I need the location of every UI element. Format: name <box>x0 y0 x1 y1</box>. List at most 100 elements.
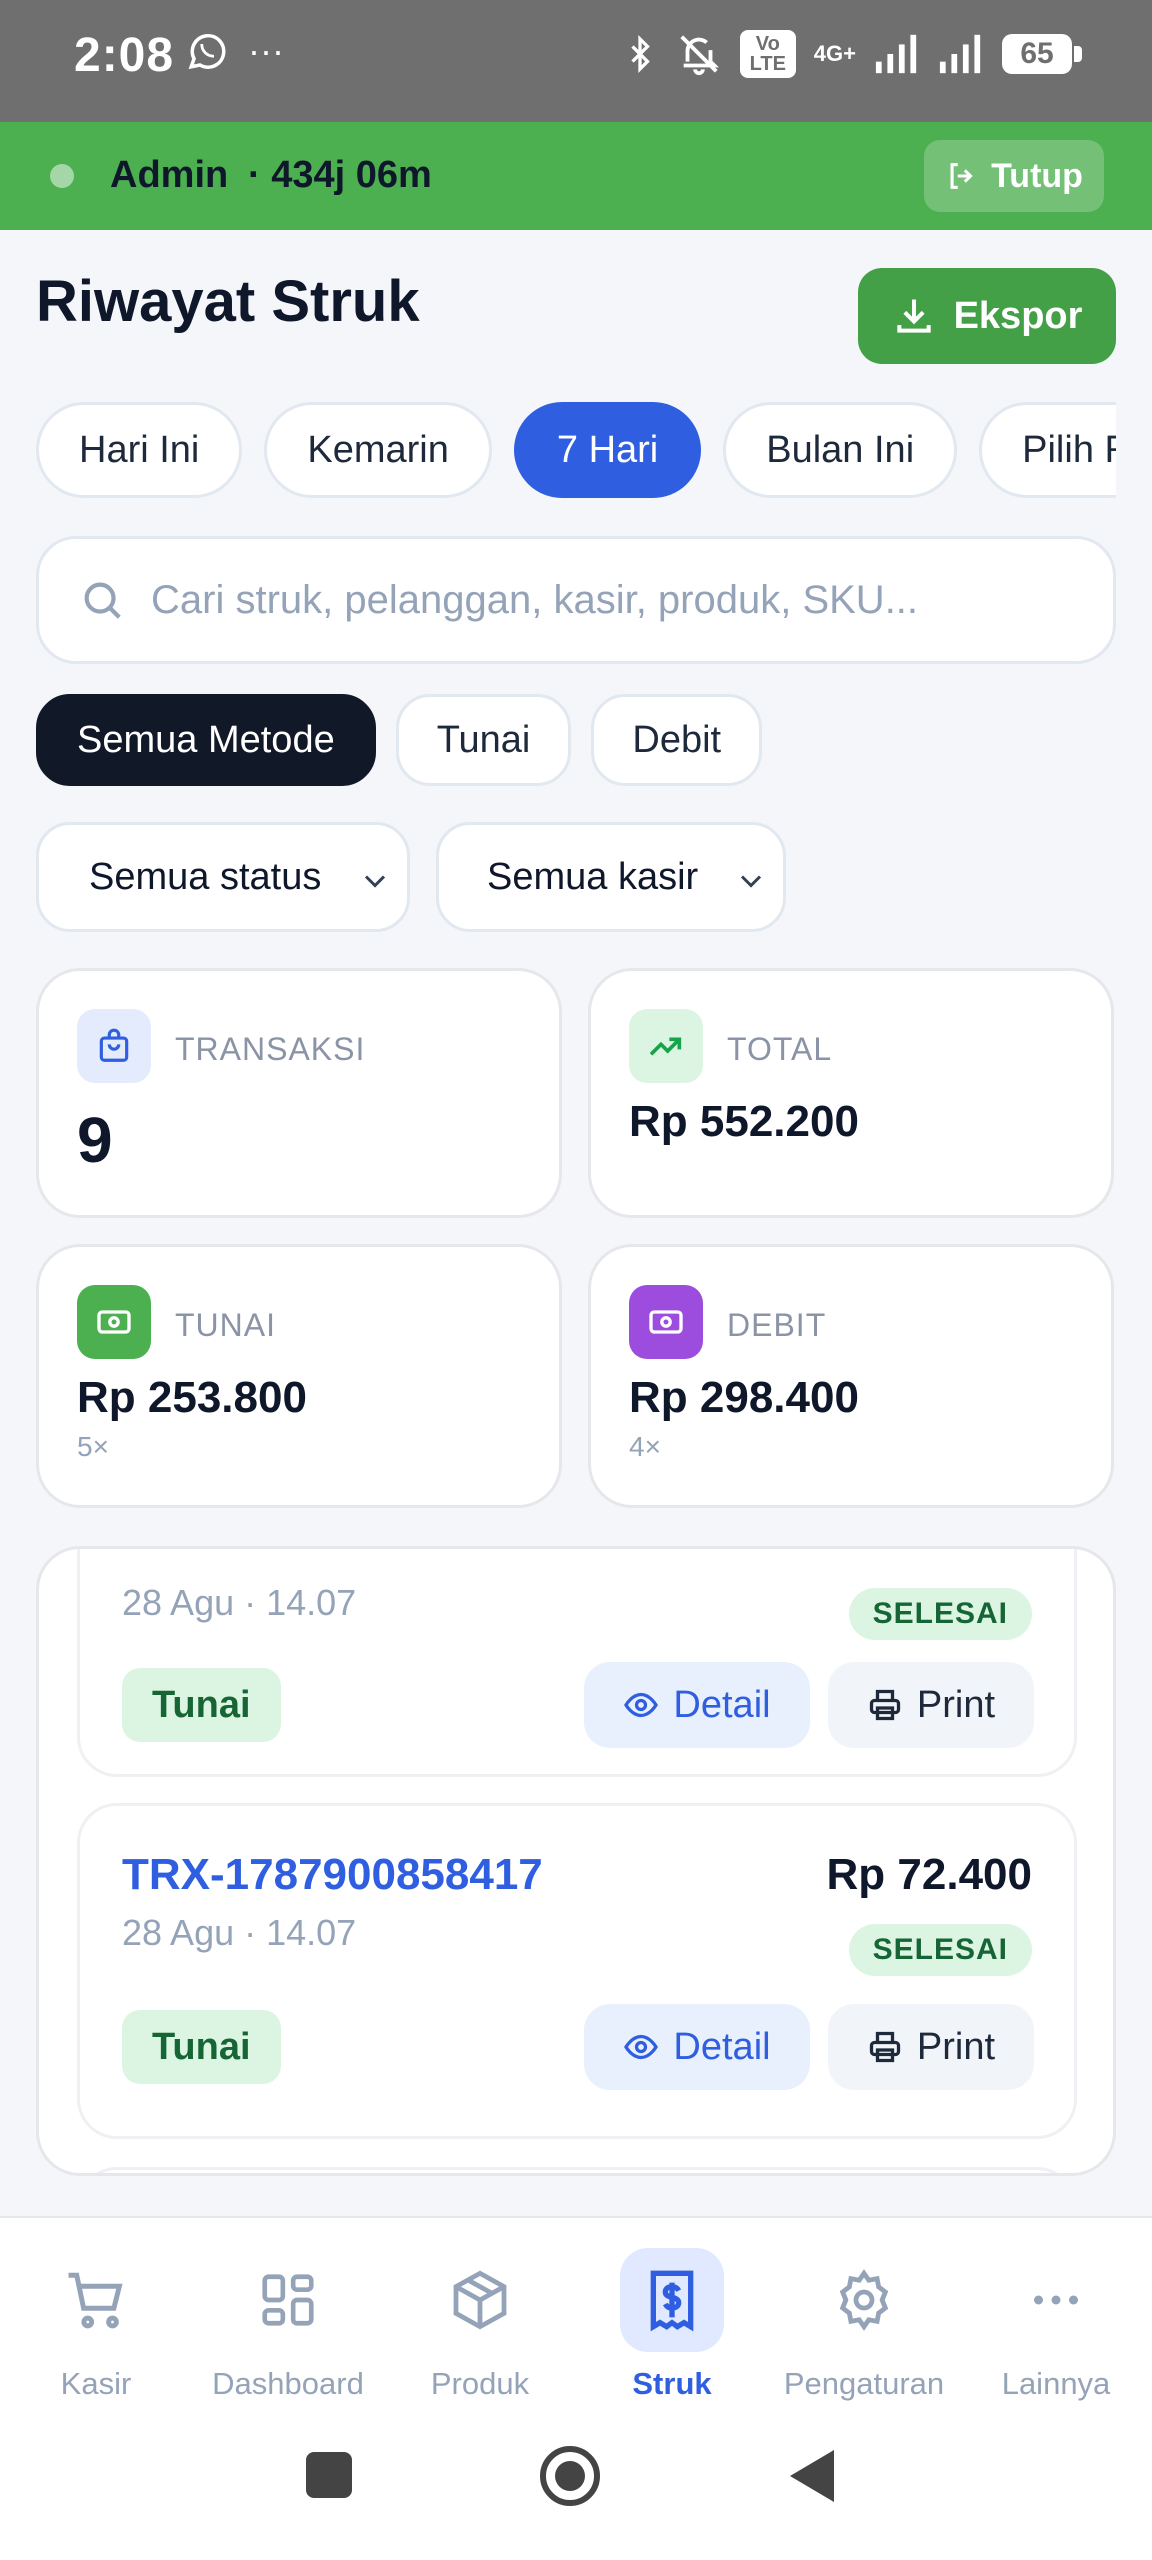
session-user: Admin <box>110 154 229 196</box>
date-chip-today[interactable]: Hari Ini <box>36 402 243 498</box>
transaction-amount: Rp 72.400 <box>826 1850 1032 1899</box>
card-icon <box>629 1285 703 1359</box>
logout-icon <box>950 163 973 189</box>
bluetooth-icon <box>631 35 650 73</box>
logout-label: Tutup <box>991 156 1083 195</box>
grid-icon <box>236 2248 340 2352</box>
notification-icons: ··· <box>186 30 284 72</box>
nav-label: Pengaturan <box>783 2366 945 2401</box>
network-type: 4G+ <box>813 41 856 66</box>
nav-label: Lainnya <box>1001 2366 1111 2401</box>
nav-label: Struk <box>632 2366 712 2401</box>
nav-item-lainnya[interactable]: Lainnya <box>960 2248 1152 2402</box>
nav-label: Dashboard <box>212 2366 364 2401</box>
search-input[interactable]: Cari struk, pelanggan, kasir, produk, SK… <box>36 536 1116 664</box>
system-navigation-bar <box>0 2416 1152 2560</box>
method-filter-chips: Semua Metode Tunai Debit <box>36 694 763 786</box>
online-status-dot <box>50 164 74 188</box>
date-filter-chips: Hari Ini Kemarin 7 Hari Bulan Ini Pilih … <box>36 402 1116 502</box>
eye-icon <box>624 1692 659 1718</box>
stat-card-transactions: TRANSAKSI 9 <box>36 968 562 1218</box>
nav-item-pengaturan[interactable]: Pengaturan <box>768 2248 960 2402</box>
print-button[interactable]: Print <box>828 2004 1034 2090</box>
status-badge: SELESAI <box>848 1924 1032 1976</box>
nav-label: Kasir <box>60 2366 132 2401</box>
method-chip-cash[interactable]: Tunai <box>395 694 572 786</box>
status-select-value: Semua status <box>89 855 322 898</box>
status-badge: SELESAI <box>848 1588 1032 1640</box>
clock: 2:08 <box>74 29 175 82</box>
stat-label: TUNAI <box>175 1307 276 1343</box>
battery-icon: 65 <box>1002 34 1082 74</box>
nav-item-kasir[interactable]: Kasir <box>0 2248 192 2402</box>
date-chip-custom[interactable]: Pilih R <box>979 402 1116 498</box>
stat-value: 9 <box>77 1104 113 1176</box>
detail-label: Detail <box>673 2025 771 2068</box>
home-dot <box>555 2461 585 2491</box>
bottom-navigation: Kasir Dashboard Produk Struk Pengaturan … <box>0 2216 1152 2416</box>
volte-icon: Vo LTE <box>739 30 796 78</box>
detail-label: Detail <box>673 1683 771 1726</box>
print-label: Print <box>916 1683 996 1726</box>
payment-method-badge: Tunai <box>122 1668 281 1742</box>
transaction-date: 28 Agu · 14.07 <box>122 1582 357 1623</box>
status-select[interactable]: Semua status <box>36 822 410 932</box>
date-chip-yesterday[interactable]: Kemarin <box>264 402 492 498</box>
stat-label: TOTAL <box>727 1031 833 1067</box>
method-chip-debit[interactable]: Debit <box>591 694 763 786</box>
nav-label: Produk <box>430 2366 530 2401</box>
home-button[interactable] <box>540 2446 600 2506</box>
search-icon <box>84 582 121 619</box>
page-title: Riwayat Struk <box>36 269 420 334</box>
search-placeholder: Cari struk, pelanggan, kasir, produk, SK… <box>151 577 919 622</box>
cashier-select-value: Semua kasir <box>487 855 699 898</box>
export-button[interactable]: Ekspor <box>858 268 1116 364</box>
cashier-select[interactable]: Semua kasir <box>436 822 786 932</box>
stat-card-debit: DEBIT Rp 298.400 4× <box>588 1244 1114 1508</box>
stat-value: Rp 298.400 <box>629 1373 859 1422</box>
chevron-down-icon <box>364 875 386 888</box>
system-icons: Vo LTE 4G+ 65 <box>622 30 1082 78</box>
gear-icon <box>812 2248 916 2352</box>
more-notifications-icon: ··· <box>248 30 284 71</box>
export-label: Ekspor <box>953 294 1083 337</box>
box-icon <box>428 2248 532 2352</box>
print-button[interactable]: Print <box>828 1662 1034 1748</box>
recents-button[interactable] <box>306 2452 352 2498</box>
stat-count: 4× <box>629 1431 661 1462</box>
printer-icon <box>869 2031 901 2063</box>
stat-label: TRANSAKSI <box>175 1031 366 1067</box>
transaction-card[interactable] <box>77 2167 1077 2173</box>
more-icon <box>1004 2248 1108 2352</box>
stat-value: Rp 253.800 <box>77 1373 307 1422</box>
stat-card-total: TOTAL Rp 552.200 <box>588 968 1114 1218</box>
transaction-card[interactable]: TRX-1787900858417 Rp 72.400 28 Agu · 14.… <box>77 1803 1077 2139</box>
back-button[interactable] <box>790 2450 834 2502</box>
transaction-list[interactable]: 28 Agu · 14.07 SELESAI Tunai Detail Prin… <box>36 1546 1116 2176</box>
status-bar: 2:08 ··· Vo LTE 4G+ 65 <box>0 0 1152 122</box>
signal-icon <box>875 34 917 74</box>
transaction-date: 28 Agu · 14.07 <box>122 1912 357 1953</box>
signal-icon-2 <box>939 34 981 74</box>
detail-button[interactable]: Detail <box>584 1662 810 1748</box>
chevron-down-icon <box>740 875 762 888</box>
cart-icon <box>44 2248 148 2352</box>
date-chip-7-days[interactable]: 7 Hari <box>513 402 702 498</box>
logout-button[interactable]: Tutup <box>924 140 1104 212</box>
payment-method-badge: Tunai <box>122 2010 281 2084</box>
stat-card-cash: TUNAI Rp 253.800 5× <box>36 1244 562 1508</box>
printer-icon <box>869 1689 901 1721</box>
detail-button[interactable]: Detail <box>584 2004 810 2090</box>
transaction-id[interactable]: TRX-1787900858417 <box>122 1850 543 1900</box>
nav-item-produk[interactable]: Produk <box>384 2248 576 2402</box>
nav-item-dashboard[interactable]: Dashboard <box>192 2248 384 2402</box>
transaction-card[interactable]: 28 Agu · 14.07 SELESAI Tunai Detail Prin… <box>77 1549 1077 1777</box>
eye-icon <box>624 2034 659 2060</box>
download-icon <box>896 299 931 333</box>
stat-value: Rp 552.200 <box>629 1097 859 1146</box>
nav-item-struk[interactable]: Struk <box>576 2248 768 2402</box>
stat-label: DEBIT <box>727 1307 827 1343</box>
date-chip-this-month[interactable]: Bulan Ini <box>723 402 958 498</box>
whatsapp-icon <box>188 33 226 70</box>
method-chip-all[interactable]: Semua Metode <box>36 694 376 786</box>
